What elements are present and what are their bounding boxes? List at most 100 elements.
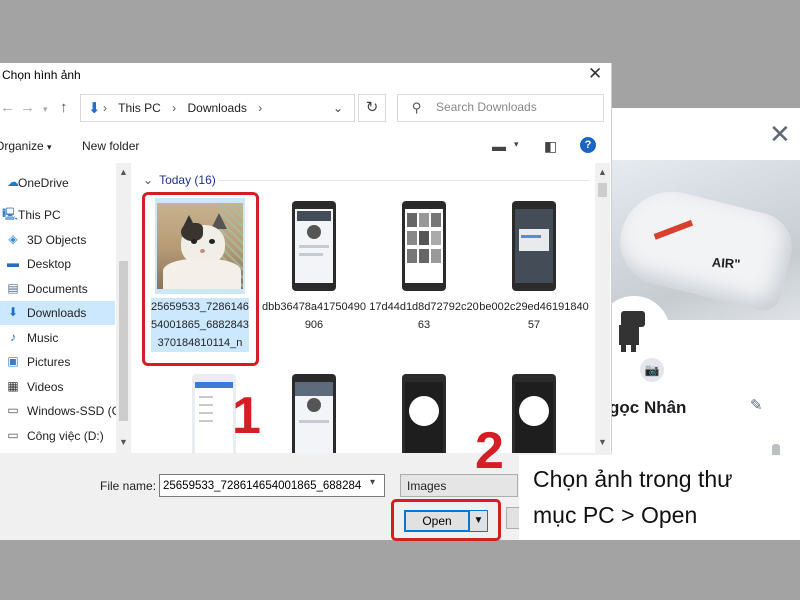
screenshot-thumbnail-image xyxy=(402,201,446,291)
address-history-chevron-icon[interactable]: ⌄ xyxy=(333,101,343,115)
sidebar-item-windows-ssd[interactable]: ▭ Windows-SSD (C xyxy=(0,399,120,423)
caption-text: Chọn ảnh trong thư mục PC > Open xyxy=(533,461,733,533)
navigation-bar: ← → ▾ ↑ ⬇ › This PC › Downloads › ⌄ ↻ ⚲ xyxy=(0,93,612,125)
collapse-chevron-icon: ⌄ xyxy=(143,173,154,187)
selected-file-highlight xyxy=(142,192,259,366)
breadcrumb-downloads[interactable]: Downloads xyxy=(188,101,247,115)
file-tile[interactable]: 17d44d1d8d72792c2063 xyxy=(369,198,479,338)
breadcrumb: › This PC › Downloads › xyxy=(103,101,263,115)
profile-close-icon[interactable]: ✕ xyxy=(769,121,791,147)
sidebar-item-label: 3D Objects xyxy=(27,233,87,247)
recent-locations-chevron-icon[interactable]: ▾ xyxy=(43,104,48,115)
dialog-titlebar: Chọn hình ảnh ✕ xyxy=(0,63,612,87)
file-thumbnail xyxy=(269,371,359,453)
screenshot-thumbnail-image xyxy=(292,201,336,291)
sidebar-item-label: This PC xyxy=(18,208,61,222)
file-thumbnail xyxy=(269,198,359,294)
navigation-pane: ☁ OneDrive 🖳 This PC ◈ 3D Objects ▬ Desk… xyxy=(0,163,131,453)
dialog-close-icon[interactable]: ✕ xyxy=(588,64,602,84)
file-tile[interactable]: dbb36478a41750490906 xyxy=(259,198,369,338)
sidebar-scrollbar[interactable]: ▲ ▼ xyxy=(116,163,131,453)
music-icon: ♪ xyxy=(10,330,16,344)
step-number-1: 1 xyxy=(232,387,261,445)
camera-icon[interactable]: 📷 xyxy=(640,358,664,382)
sidebar-item-this-pc[interactable]: 🖳 This PC xyxy=(0,203,115,227)
sneaker-image: AIR" xyxy=(612,180,799,315)
file-thumbnail xyxy=(489,198,579,294)
sidebar-item-pictures[interactable]: ▣ Pictures xyxy=(0,350,115,374)
file-name-label: 17d44d1d8d72792c2063 xyxy=(369,301,479,331)
up-arrow-icon[interactable]: ↑ xyxy=(60,99,68,116)
search-input[interactable] xyxy=(436,100,596,114)
sidebar-item-music[interactable]: ♪ Music xyxy=(0,326,115,350)
file-thumbnail xyxy=(379,371,469,453)
screenshot-thumbnail-image xyxy=(402,374,446,453)
refresh-icon[interactable]: ↻ xyxy=(358,94,386,122)
sidebar-item-cong-viec[interactable]: ▭ Công việc (D:) xyxy=(0,424,115,448)
file-name-label: File name: xyxy=(100,479,157,493)
organize-dropdown-icon: ▾ xyxy=(47,142,52,152)
instruction-caption: Chọn ảnh trong thư mục PC > Open xyxy=(519,455,800,540)
document-icon: ▤ xyxy=(7,281,19,295)
sidebar-item-documents[interactable]: ▤ Documents xyxy=(0,277,115,301)
sidebar-item-label: Pictures xyxy=(27,355,71,369)
caption-line-1: Chọn ảnh trong thư xyxy=(533,466,733,492)
scroll-down-icon[interactable]: ▼ xyxy=(119,437,128,447)
sidebar-item-label: Videos xyxy=(27,380,64,394)
edit-pencil-icon[interactable]: ✎ xyxy=(750,396,763,414)
file-tile[interactable] xyxy=(369,371,479,453)
downloads-folder-icon: ⬇ xyxy=(88,100,101,117)
help-icon[interactable]: ? xyxy=(580,137,596,153)
sidebar-item-label: Windows-SSD (C xyxy=(27,404,121,418)
cube-icon: ◈ xyxy=(8,232,18,246)
search-icon: ⚲ xyxy=(412,100,422,115)
drive-icon: ▭ xyxy=(7,403,19,417)
sidebar-item-3d-objects[interactable]: ◈ 3D Objects xyxy=(0,228,115,252)
scroll-up-icon[interactable]: ▲ xyxy=(119,167,128,177)
open-button[interactable]: Open xyxy=(404,510,470,532)
scroll-thumb[interactable] xyxy=(598,183,607,197)
back-arrow-icon[interactable]: ← xyxy=(0,99,15,116)
file-name-label: dbb36478a41750490906 xyxy=(261,301,366,331)
new-folder-button[interactable]: New folder xyxy=(82,139,139,153)
file-name-field[interactable] xyxy=(159,474,385,497)
scroll-down-icon[interactable]: ▼ xyxy=(598,437,607,447)
search-box[interactable]: ⚲ xyxy=(397,94,604,122)
sidebar-item-onedrive[interactable]: ☁ OneDrive xyxy=(0,171,115,195)
file-tile[interactable]: be002c29ed4619184057 xyxy=(479,198,589,338)
scroll-up-icon[interactable]: ▲ xyxy=(598,167,607,177)
screenshot-thumbnail-image xyxy=(292,374,336,453)
file-view-scrollbar[interactable]: ▲ ▼ xyxy=(595,163,610,453)
pictures-icon: ▣ xyxy=(7,354,19,368)
profile-name: gọc Nhân xyxy=(612,398,687,417)
computer-icon: 🖳 xyxy=(2,207,19,221)
preview-pane-icon[interactable]: ◧ xyxy=(544,138,557,155)
sidebar-item-label: Music xyxy=(27,331,59,345)
sidebar-item-label: Công việc (D:) xyxy=(27,429,104,443)
open-split-dropdown-icon[interactable]: ▼ xyxy=(470,510,488,532)
sidebar-item-videos[interactable]: ▦ Videos xyxy=(0,375,115,399)
group-header-today[interactable]: ⌄ Today (16) xyxy=(143,173,216,187)
screenshot-thumbnail-image xyxy=(192,374,236,453)
file-name-label: be002c29ed4619184057 xyxy=(479,301,589,331)
address-bar[interactable]: ⬇ › This PC › Downloads › ⌄ xyxy=(80,94,355,122)
swoosh-shape xyxy=(653,219,694,240)
sidebar-item-desktop[interactable]: ▬ Desktop xyxy=(0,252,115,276)
screenshot-thumbnail-image xyxy=(512,201,556,291)
file-name-dropdown-icon[interactable]: ▾ xyxy=(370,477,375,488)
drive-icon: ▭ xyxy=(7,428,19,442)
sidebar-item-downloads[interactable]: ⬇ Downloads xyxy=(0,301,115,325)
file-tile[interactable] xyxy=(259,371,369,453)
view-options-icon[interactable]: ▬ xyxy=(492,138,506,154)
file-thumbnail xyxy=(379,198,469,294)
breadcrumb-this-pc[interactable]: This PC xyxy=(118,101,161,115)
organize-menu[interactable]: Organize ▾ xyxy=(0,139,52,153)
desktop-icon: ▬ xyxy=(7,256,19,270)
cover-text: AIR" xyxy=(711,254,741,272)
sidebar-item-label: Documents xyxy=(27,282,88,296)
view-dropdown-icon[interactable]: ▾ xyxy=(514,139,519,150)
video-icon: ▦ xyxy=(7,379,19,393)
scroll-thumb[interactable] xyxy=(119,261,128,421)
sidebar-item-label: Desktop xyxy=(27,257,72,271)
forward-arrow-icon[interactable]: → xyxy=(20,99,35,116)
